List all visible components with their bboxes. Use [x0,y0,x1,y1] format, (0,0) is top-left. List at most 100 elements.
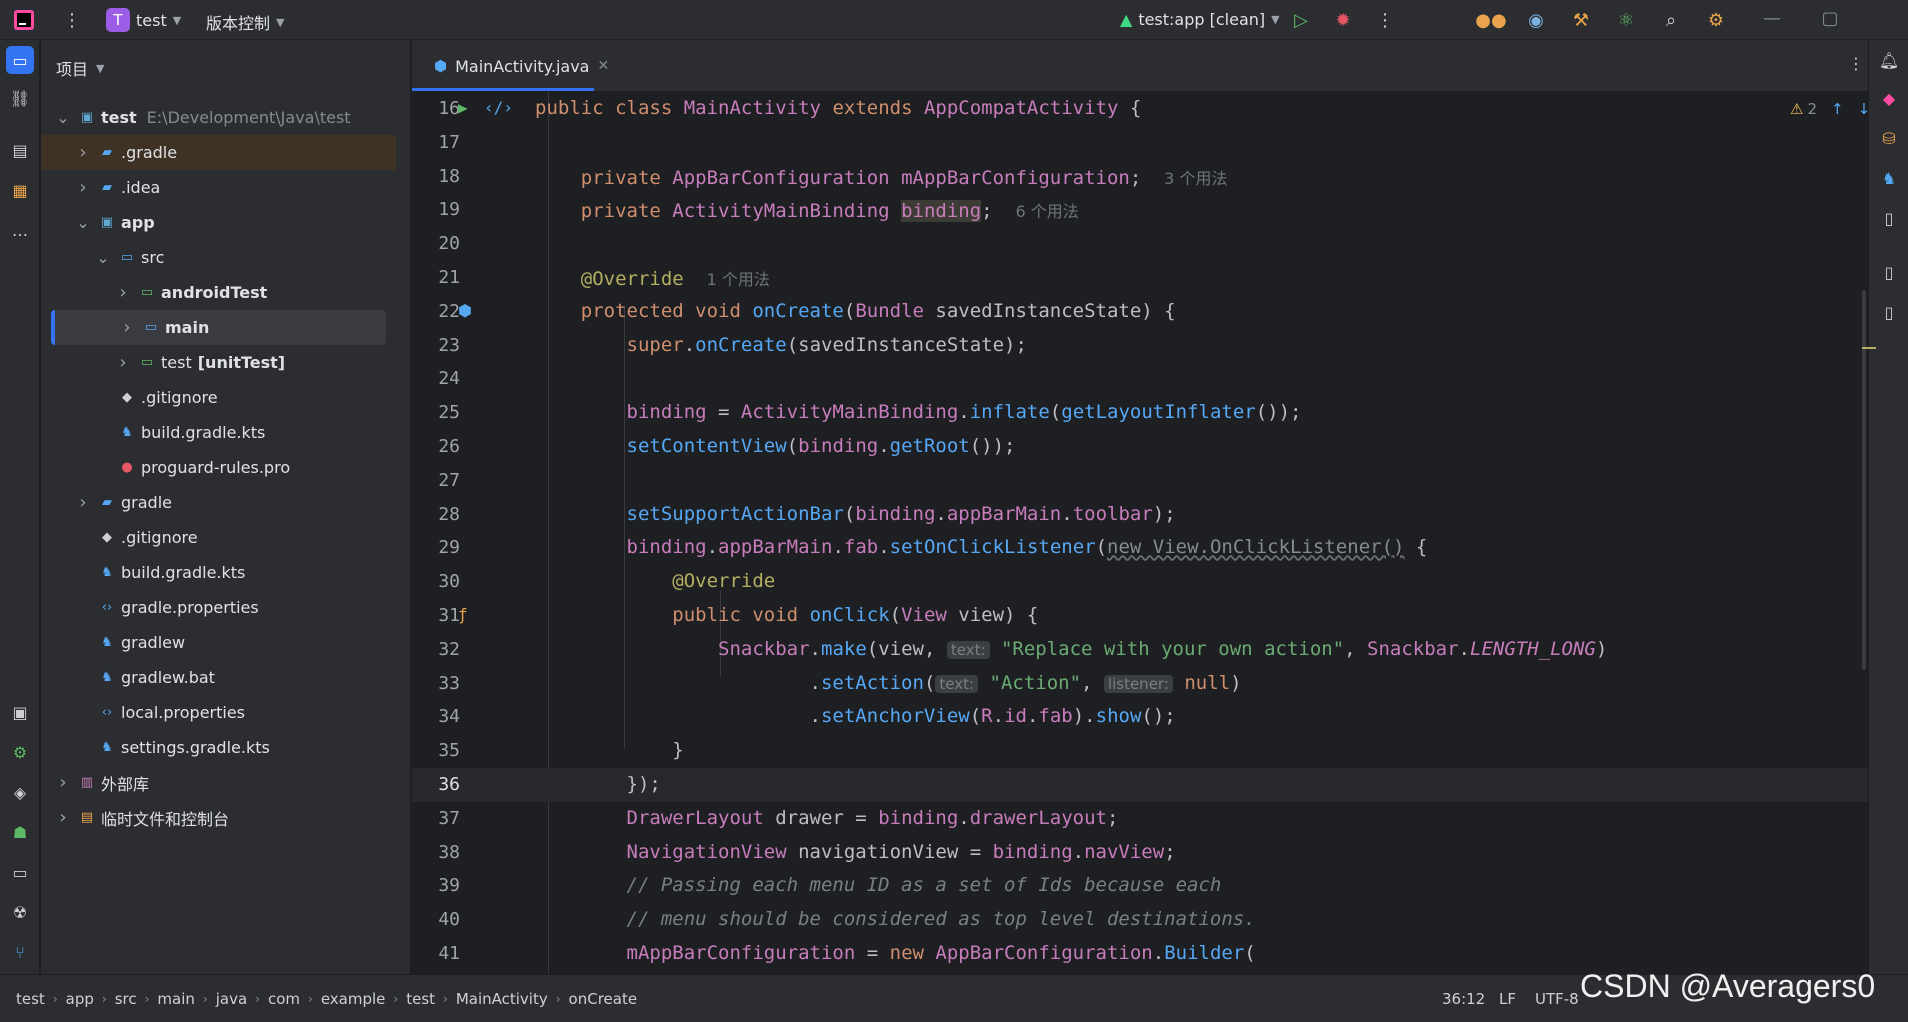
code-line[interactable]: 36 }); [412,768,1868,802]
android-icon[interactable]: ☗ [6,818,34,846]
tree-item[interactable]: › ▰ .idea [41,170,396,205]
breadcrumb-item[interactable]: src [115,990,137,1008]
structure-icon[interactable]: ▦ [6,176,34,204]
app-logo-icon[interactable] [10,6,38,34]
project-switcher[interactable]: T test ▼ [106,8,181,32]
arrow-down-icon[interactable]: ↓ [1858,100,1871,118]
more-tabs-icon[interactable]: ⋮ [1848,54,1864,73]
tree-item[interactable]: ♞ settings.gradle.kts [41,730,396,765]
chevron-down-icon[interactable]: ⌄ [75,213,91,232]
breadcrumb-item[interactable]: test [16,990,45,1008]
tab-mainactivity[interactable]: ⬢ MainActivity.java ✕ [422,40,621,92]
gradle-tool-icon[interactable]: ♞ [1875,164,1903,192]
emulator-icon[interactable]: ▯ [1875,298,1903,326]
close-icon[interactable]: ✕ [597,58,609,74]
gear-icon[interactable]: ⚙ [6,738,34,766]
running-devices-icon[interactable]: ▯ [1875,258,1903,286]
code-line[interactable]: 38 NavigationView navigationView = bindi… [412,836,1868,870]
tree-item[interactable]: ◆ .gitignore [41,520,396,555]
code-line[interactable]: 29 binding.appBarMain.fab.setOnClickList… [412,531,1868,565]
code-line[interactable]: 40 // menu should be considered as top l… [412,903,1868,937]
code-line[interactable]: 24 [412,362,1868,396]
line-separator[interactable]: LF [1499,990,1516,1008]
breadcrumb-item[interactable]: onCreate [569,990,638,1008]
more-actions-icon[interactable]: ⋮ [1371,6,1399,34]
tree-item[interactable]: ‹› gradle.properties [41,590,396,625]
code-line[interactable]: 37 DrawerLayout drawer = binding.drawerL… [412,802,1868,836]
database-icon[interactable]: ⛁ [1875,124,1903,152]
more-tools-icon[interactable]: … [6,216,34,244]
build-tools-icon[interactable]: ⚒ [1567,6,1595,34]
ai-assistant-icon[interactable]: ⚛ [1612,6,1640,34]
tree-item[interactable]: ⌄ ▣ test E:\Development\Java\test [41,100,396,135]
minimize-icon[interactable]: — [1758,4,1786,32]
breadcrumb-item[interactable]: main [157,990,194,1008]
tree-item[interactable]: › ▥ 外部库 [41,765,396,800]
code-line[interactable]: 27 [412,464,1868,498]
settings-icon[interactable]: ⚙ [1702,6,1730,34]
run-icon[interactable]: ▷ [1287,6,1315,34]
code-line[interactable]: 32 Snackbar.make(view, text: "Replace wi… [412,633,1868,667]
code-line[interactable]: 34 .setAnchorView(R.id.fab).show(); [412,700,1868,734]
override-gutter-icon[interactable]: ⬢ [458,301,472,320]
code-line[interactable]: 26 setContentView(binding.getRoot()); [412,430,1868,464]
tree-item[interactable]: ♞ gradlew.bat [41,660,396,695]
terminal-icon[interactable]: ▭ [6,858,34,886]
breadcrumb-item[interactable]: example [321,990,386,1008]
tree-item[interactable]: › ▭ androidTest [41,275,396,310]
tree-item[interactable]: ♞ build.gradle.kts [41,415,396,450]
code-line[interactable]: 22 protected void onCreate(Bundle savedI… [412,295,1868,329]
tree-item[interactable]: › ▰ gradle [41,485,396,520]
breadcrumb-item[interactable]: app [66,990,94,1008]
notifications-icon[interactable]: 🔔︎ [1875,46,1903,74]
maximize-icon[interactable]: ▢ [1816,4,1844,32]
chevron-right-icon[interactable]: › [75,492,91,513]
code-line[interactable]: 23 super.onCreate(savedInstanceState); [412,329,1868,363]
lambda-gutter-icon[interactable]: ƒ [458,605,468,624]
tree-item[interactable]: › ▤ 临时文件和控制台 [41,800,396,835]
code-vision-icon[interactable]: ‹/› [484,98,513,117]
tree-item[interactable]: › ▰ .gradle [41,135,396,170]
tree-item[interactable]: ♞ gradlew [41,625,396,660]
problems-icon[interactable]: ☢ [6,898,34,926]
code-line[interactable]: 20 [412,227,1868,261]
code-line[interactable]: 31 public void onClick(View view) { [412,599,1868,633]
code-line[interactable]: 18 private AppBarConfiguration mAppBarCo… [412,160,1868,194]
device-manager-icon[interactable]: ▣ [6,698,34,726]
ai-chat-icon[interactable]: ◆ [1875,84,1903,112]
breadcrumb-item[interactable]: com [268,990,300,1008]
chevron-right-icon[interactable]: › [55,772,71,793]
warning-indicator[interactable]: ⚠ 2 ↑ ↓ [1790,100,1870,118]
tree-item[interactable]: › ▭ main [51,310,386,345]
resource-manager-icon[interactable]: ▤ [6,136,34,164]
caret-position[interactable]: 36:12 [1442,990,1485,1008]
chevron-down-icon[interactable]: ⌄ [55,108,71,127]
tree-item[interactable]: ◆ .gitignore [41,380,396,415]
record-icon[interactable]: ◉ [1522,6,1550,34]
code-line[interactable]: 35 } [412,734,1868,768]
tree-item[interactable]: ‹› local.properties [41,695,396,730]
chevron-down-icon[interactable]: ⌄ [95,248,111,267]
run-gutter-icon[interactable]: ▶ [458,98,468,117]
tree-item[interactable]: ♞ build.gradle.kts [41,555,396,590]
collaboration-icon[interactable]: ●● [1475,6,1506,34]
code-line[interactable]: 28 setSupportActionBar(binding.appBarMai… [412,498,1868,532]
vcs-menu[interactable]: 版本控制 ▼ [206,10,284,34]
code-line[interactable]: 41 mAppBarConfiguration = new AppBarConf… [412,937,1868,971]
tree-item[interactable]: ⌄ ▣ app [41,205,396,240]
search-icon[interactable]: ⌕ [1657,6,1685,34]
run-config-selector[interactable]: ▲ test:app [clean] ▼ [1120,10,1280,29]
code-line[interactable]: 33 .setAction(text: "Action", listener: … [412,667,1868,701]
main-menu-icon[interactable]: ⋮ [58,6,86,34]
tree-item[interactable]: › ▭ test [unitTest] [41,345,396,380]
chevron-right-icon[interactable]: › [119,317,135,338]
breadcrumb-item[interactable]: test [406,990,435,1008]
file-encoding[interactable]: UTF-8 [1535,990,1579,1008]
project-tool-icon[interactable]: ▭ [6,46,34,74]
code-line[interactable]: 25 binding = ActivityMainBinding.inflate… [412,396,1868,430]
project-panel-header[interactable]: 项目 ▼ [56,56,104,80]
breadcrumb-item[interactable]: java [216,990,247,1008]
code-editor[interactable]: 16 public class MainActivity extends AppC… [412,92,1868,974]
code-line[interactable]: 17 [412,126,1868,160]
code-line[interactable]: 39 // Passing each menu ID as a set of I… [412,869,1868,903]
